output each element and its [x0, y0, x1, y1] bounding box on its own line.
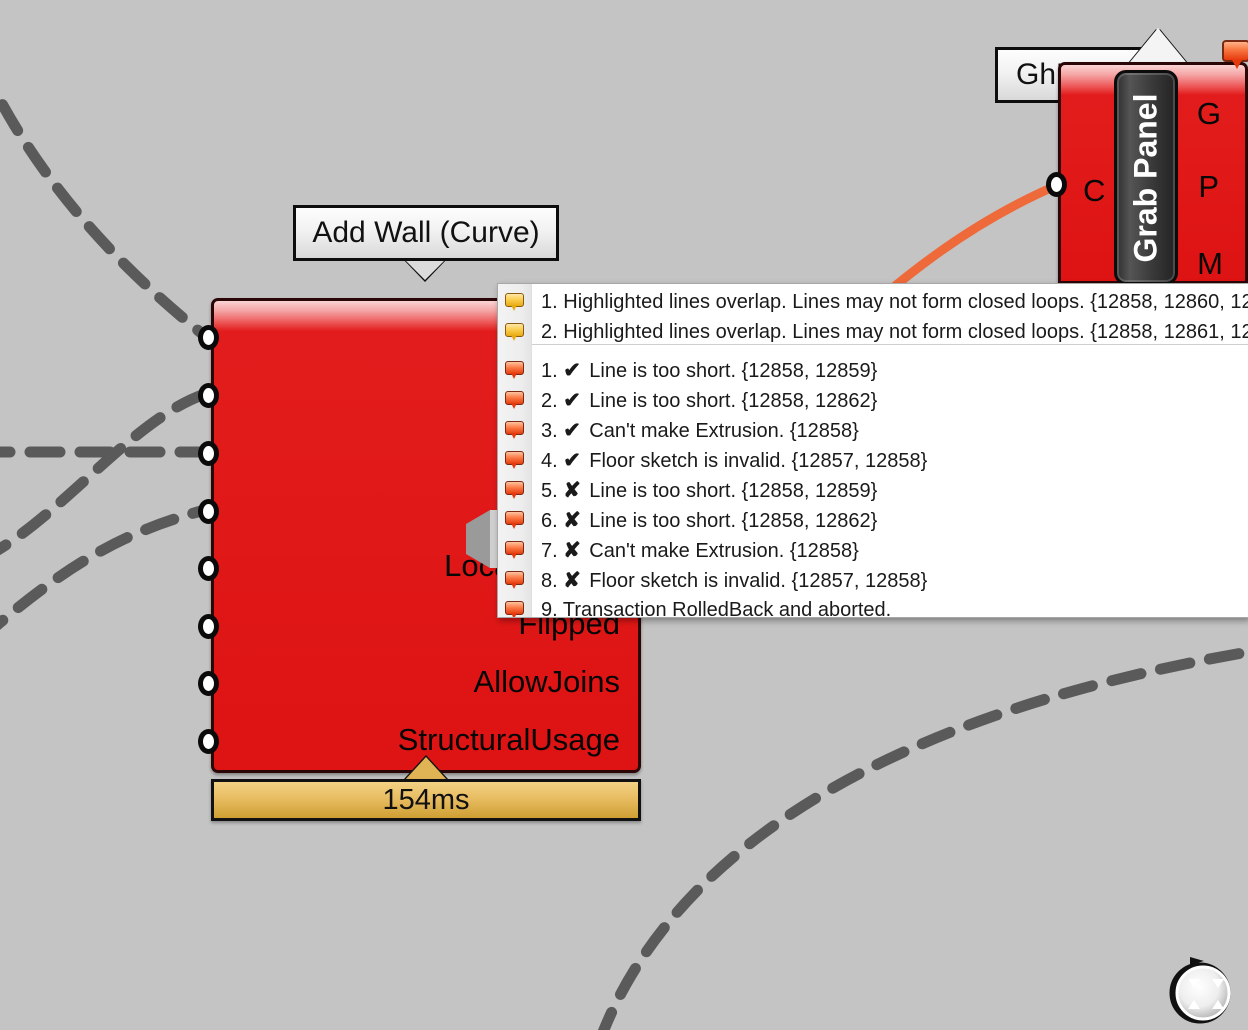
- runtime-message-text: 2. Highlighted lines overlap. Lines may …: [531, 321, 1248, 344]
- runtime-message-index: 6.: [541, 509, 564, 532]
- compass-navigation-widget[interactable]: [1166, 955, 1238, 1027]
- error-balloon-icon: [498, 385, 531, 415]
- input-label-structuralusage: StructuralUsage: [397, 722, 620, 757]
- grab-panel-up-arrow[interactable]: [1130, 28, 1186, 62]
- runtime-message-text: 3. ✔ Can't make Extrusion. {12858}: [531, 418, 1248, 443]
- timer-label: 154ms: [382, 783, 470, 816]
- error-balloon-icon: [498, 475, 531, 505]
- runtime-message-row[interactable]: 6. ✘ Line is too short. {12858, 12862}: [498, 505, 1248, 535]
- grab-port-label-g: G: [1196, 96, 1221, 131]
- runtime-message-body: Floor sketch is invalid. {12857, 12858}: [589, 569, 928, 592]
- runtime-message-body: Line is too short. {12858, 12859}: [589, 479, 878, 502]
- runtime-message-row[interactable]: 2. Highlighted lines overlap. Lines may …: [498, 317, 1248, 347]
- name-balloon-tail: [405, 260, 445, 280]
- grab-port-label-m: M: [1197, 246, 1223, 281]
- runtime-message-index: 7.: [541, 539, 564, 562]
- check-icon: ✔: [563, 358, 581, 382]
- runtime-message-body: Floor sketch is invalid. {12857, 12858}: [589, 449, 928, 472]
- runtime-message-body: Highlighted lines overlap. Lines may not…: [563, 320, 1248, 343]
- cross-icon: ✘: [563, 568, 581, 592]
- runtime-message-index: 9.: [541, 598, 563, 618]
- add-wall-name-label: Add Wall (Curve): [312, 216, 540, 249]
- input-port-height[interactable]: [198, 499, 219, 524]
- runtime-message-row[interactable]: 3. ✔ Can't make Extrusion. {12858}: [498, 415, 1248, 445]
- wire-curve-5: [598, 646, 1248, 1030]
- grasshopper-canvas[interactable]: Add Wall (Curve) GhP Curve Type Level He…: [0, 0, 1248, 1030]
- runtime-message-text: 6. ✘ Line is too short. {12858, 12862}: [531, 508, 1248, 533]
- runtime-message-text: 2. ✔ Line is too short. {12858, 12862}: [531, 388, 1248, 413]
- input-port-curve[interactable]: [198, 325, 219, 350]
- error-balloon-icon: [498, 445, 531, 475]
- runtime-message-text: 9. Transaction RolledBack and aborted.: [531, 598, 1248, 618]
- runtime-message-row[interactable]: 8. ✘ Floor sketch is invalid. {12857, 128…: [498, 565, 1248, 595]
- runtime-messages-tooltip[interactable]: 1. Highlighted lines overlap. Lines may …: [497, 283, 1248, 618]
- grab-panel-capsule-label: Grab Panel: [1127, 93, 1164, 262]
- runtime-message-body: Line is too short. {12858, 12862}: [589, 509, 878, 532]
- grab-port-label-c: C: [1083, 173, 1106, 208]
- error-balloon-icon: [498, 595, 531, 617]
- message-group-gap: [498, 347, 1248, 355]
- runtime-message-row[interactable]: 7. ✘ Can't make Extrusion. {12858}: [498, 535, 1248, 565]
- runtime-message-text: 7. ✘ Can't make Extrusion. {12858}: [531, 538, 1248, 563]
- input-port-level[interactable]: [198, 441, 219, 466]
- runtime-message-text: 4. ✔ Floor sketch is invalid. {12857, 128…: [531, 448, 1248, 473]
- runtime-message-index: 2.: [541, 389, 564, 412]
- grab-port-label-p: P: [1198, 169, 1219, 204]
- runtime-message-body: Line is too short. {12858, 12862}: [589, 389, 878, 412]
- input-port-type[interactable]: [198, 383, 219, 408]
- runtime-message-index: 4.: [541, 449, 564, 472]
- check-icon: ✔: [563, 418, 581, 442]
- check-icon: ✔: [563, 388, 581, 412]
- error-balloon-icon: [498, 355, 531, 385]
- runtime-message-body: Can't make Extrusion. {12858}: [589, 539, 859, 562]
- wire-curve-1: [0, 88, 211, 342]
- input-port-structuralusage[interactable]: [198, 729, 219, 754]
- runtime-message-list: 1. Highlighted lines overlap. Lines may …: [498, 287, 1248, 618]
- error-balloon-icon: [498, 535, 531, 565]
- runtime-message-index: 5.: [541, 479, 564, 502]
- runtime-message-index: 2.: [541, 320, 564, 343]
- input-label-allowjoins: AllowJoins: [473, 664, 620, 699]
- cross-icon: ✘: [563, 478, 581, 502]
- cross-icon: ✘: [563, 508, 581, 532]
- error-balloon-icon[interactable]: [1222, 40, 1248, 69]
- runtime-message-row[interactable]: 2. ✔ Line is too short. {12858, 12862}: [498, 385, 1248, 415]
- runtime-message-body: Can't make Extrusion. {12858}: [589, 419, 859, 442]
- runtime-message-row[interactable]: 1. ✔ Line is too short. {12858, 12859}: [498, 355, 1248, 385]
- runtime-message-row[interactable]: 1. Highlighted lines overlap. Lines may …: [498, 287, 1248, 317]
- check-icon: ✔: [563, 448, 581, 472]
- runtime-message-text: 1. ✔ Line is too short. {12858, 12859}: [531, 358, 1248, 383]
- timer-arrow: [404, 757, 448, 781]
- runtime-message-body: Highlighted lines overlap. Lines may not…: [563, 290, 1248, 313]
- input-port-flipped[interactable]: [198, 614, 219, 639]
- error-balloon-icon: [498, 415, 531, 445]
- grab-panel-capsule[interactable]: Grab Panel: [1114, 70, 1178, 285]
- runtime-message-text: 5. ✘ Line is too short. {12858, 12859}: [531, 478, 1248, 503]
- runtime-message-index: 3.: [541, 419, 564, 442]
- warning-balloon-icon: [498, 287, 531, 317]
- runtime-message-row[interactable]: 9. Transaction RolledBack and aborted.: [498, 595, 1248, 618]
- runtime-message-body: Line is too short. {12858, 12859}: [589, 359, 878, 382]
- runtime-message-index: 1.: [541, 359, 564, 382]
- runtime-message-index: 8.: [541, 569, 564, 592]
- warning-balloon-icon: [498, 317, 531, 347]
- add-wall-name-balloon[interactable]: Add Wall (Curve): [293, 205, 559, 261]
- wire-curve-2: [0, 388, 211, 556]
- runtime-message-body: Transaction RolledBack and aborted.: [562, 598, 892, 618]
- cross-icon: ✘: [563, 538, 581, 562]
- runtime-message-row[interactable]: 5. ✘ Line is too short. {12858, 12859}: [498, 475, 1248, 505]
- runtime-message-row[interactable]: 4. ✔ Floor sketch is invalid. {12857, 128…: [498, 445, 1248, 475]
- runtime-message-index: 1.: [541, 290, 564, 313]
- runtime-message-text: 1. Highlighted lines overlap. Lines may …: [531, 291, 1248, 314]
- runtime-message-text: 8. ✘ Floor sketch is invalid. {12857, 128…: [531, 568, 1248, 593]
- error-balloon-icon: [498, 505, 531, 535]
- input-port-locationline[interactable]: [198, 556, 219, 581]
- input-port-allowjoins[interactable]: [198, 671, 219, 696]
- grab-input-port-c[interactable]: [1046, 172, 1067, 197]
- error-balloon-icon: [498, 565, 531, 595]
- wire-curve-4: [0, 504, 211, 630]
- component-timer-bar[interactable]: 154ms: [211, 779, 641, 821]
